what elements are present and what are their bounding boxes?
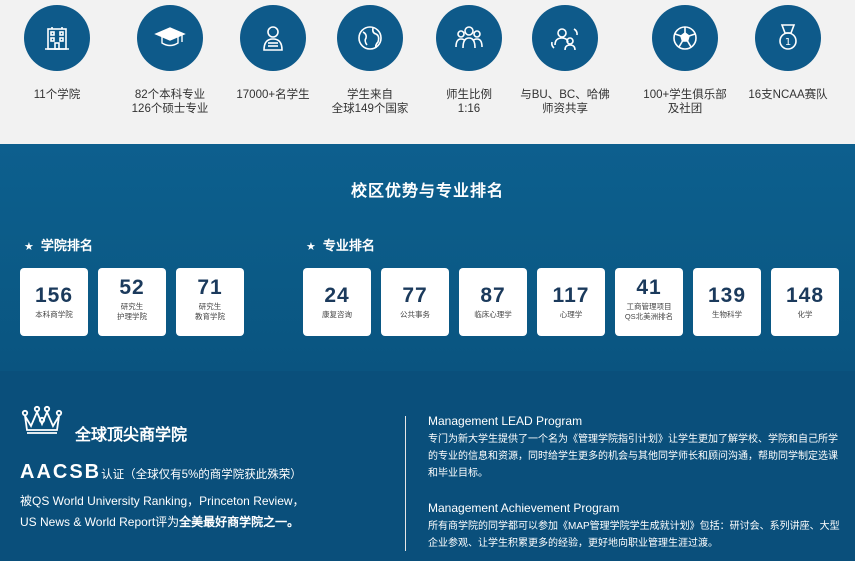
medal-icon: 1 [755, 5, 821, 71]
stat-students: 17000+名学生 [218, 5, 328, 102]
crown-icon [21, 405, 63, 434]
program-description: 所有商学院的同学都可以参加《MAP管理学院学生成就计划》包括：研讨会、系列讲座、… [428, 521, 840, 549]
stat-countries: 学生来自 全球149个国家 [315, 5, 425, 116]
building-icon [24, 5, 90, 71]
rankings-section: 校区优势与专业排名 ★ 学院排名 ★ 专业排名 156 本科商学院 52 研究生 护理… [0, 144, 855, 371]
college-ranking-title: ★ 学院排名 [24, 238, 93, 253]
svg-text:1: 1 [785, 37, 791, 48]
ranking-card: 139 生物科学 [693, 268, 761, 336]
ranking-card: 24 康复咨询 [303, 268, 371, 336]
stat-label: 16支NCAA赛队 [748, 89, 828, 101]
student-icon [240, 5, 306, 71]
rankings-title: 校区优势与专业排名 [350, 183, 504, 200]
ranking-card: 87 临床心理学 [459, 268, 527, 336]
stat-majors: 82个本科专业 126个硕士专业 [115, 5, 225, 116]
group-icon [436, 5, 502, 71]
ranking-card: 77 公共事务 [381, 268, 449, 336]
major-ranking-title: ★ 专业排名 [306, 238, 375, 253]
stat-label: 师生比例 1:16 [446, 89, 492, 115]
program-title: Management Achievement Program [428, 501, 620, 515]
business-section: 全球顶尖商学院 AACSB认证（全球仅有5%的商学院获此殊荣） 被QS Worl… [0, 371, 855, 561]
ranking-description: 被QS World University Ranking，Princeton R… [20, 494, 305, 529]
stat-label: 与BU、BC、哈佛 师资共享 [520, 89, 610, 115]
star-icon: ★ [306, 241, 316, 253]
star-icon: ★ [24, 241, 34, 253]
stat-colleges: 11个学院 [2, 5, 112, 102]
graduation-cap-icon [137, 5, 203, 71]
program-title: Management LEAD Program [428, 414, 583, 428]
stat-label: 学生来自 全球149个国家 [331, 89, 409, 115]
stat-clubs: 100+学生俱乐部 及社团 [630, 5, 740, 116]
ranking-card: 71 研究生 教育学院 [176, 268, 244, 336]
stat-label: 82个本科专业 126个硕士专业 [131, 89, 209, 115]
stat-ratio: 师生比例 1:16 [414, 5, 524, 116]
ranking-card: 156 本科商学院 [20, 268, 88, 336]
business-title: 全球顶尖商学院 [75, 427, 188, 444]
globe-icon [337, 5, 403, 71]
stat-ncaa: 1 16支NCAA赛队 [733, 5, 843, 102]
ranking-card: 52 研究生 护理学院 [98, 268, 166, 336]
aacsb-line: AACSB认证（全球仅有5%的商学院获此殊荣） [20, 461, 302, 483]
shared-faculty-icon [532, 5, 598, 71]
stats-section: 11个学院 82个本科专业 126个硕士专业 17000+名学生 学生来自 全球… [0, 0, 855, 144]
stat-label: 11个学院 [33, 89, 81, 101]
soccer-ball-icon [652, 5, 718, 71]
ranking-card: 41 工商管理项目 QS北美洲排名 [615, 268, 683, 336]
ranking-card: 117 心理学 [537, 268, 605, 336]
stat-label: 17000+名学生 [236, 89, 310, 101]
program-description: 专门为新大学生提供了一个名为《管理学院指引计划》让学生更加了解学校、学院和自己所… [428, 434, 838, 479]
stat-faculty: 与BU、BC、哈佛 师资共享 [510, 5, 620, 116]
ranking-card: 148 化学 [771, 268, 839, 336]
stat-label: 100+学生俱乐部 及社团 [643, 89, 727, 115]
divider [405, 416, 406, 551]
